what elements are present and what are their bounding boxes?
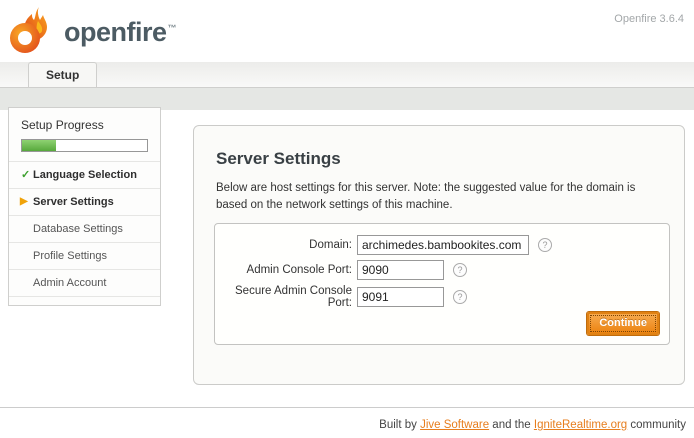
domain-input[interactable]	[357, 235, 529, 255]
page-description: Below are host settings for this server.…	[216, 180, 662, 215]
setup-progress-title: Setup Progress	[9, 108, 160, 137]
brand-text: openfire	[64, 17, 167, 47]
brand-wordmark: openfire™	[64, 17, 176, 48]
admin-port-label: Admin Console Port:	[215, 264, 357, 276]
tab-bar: Setup	[0, 62, 694, 88]
version-label: Openfire 3.6.4	[614, 13, 684, 25]
server-settings-panel: Server Settings Below are host settings …	[193, 125, 685, 385]
setup-steps-list: ✓ Language Selection ▶ Server Settings D…	[9, 161, 160, 297]
page-title: Server Settings	[216, 149, 684, 169]
admin-port-help-icon[interactable]: ?	[453, 263, 467, 277]
step-label: Profile Settings	[33, 250, 107, 262]
continue-button[interactable]: Continue	[587, 312, 659, 335]
secure-port-label: Secure Admin Console Port:	[215, 285, 357, 309]
step-label: Admin Account	[33, 277, 106, 289]
secure-port-help-icon[interactable]: ?	[453, 290, 467, 304]
admin-port-row: Admin Console Port: ?	[215, 260, 669, 280]
openfire-setup-screen: openfire™ Openfire 3.6.4 Setup Setup Pro…	[0, 0, 694, 438]
tab-setup[interactable]: Setup	[28, 62, 97, 87]
page-footer: Built by Jive Software and the IgniteRea…	[0, 407, 694, 431]
server-settings-form: Domain: ? Admin Console Port: ? Secure A…	[214, 223, 670, 345]
footer-suffix: community	[627, 419, 686, 431]
sidebar-item-profile-settings: Profile Settings	[9, 242, 160, 269]
domain-help-icon[interactable]: ?	[538, 238, 552, 252]
domain-label: Domain:	[215, 239, 357, 251]
jive-software-link[interactable]: Jive Software	[420, 419, 489, 431]
openfire-flame-logo-icon	[8, 6, 58, 56]
secure-admin-console-port-input[interactable]	[357, 287, 444, 307]
setup-progress-panel: Setup Progress ✓ Language Selection ▶ Se…	[8, 107, 161, 306]
footer-middle: and the	[489, 419, 534, 431]
arrow-right-icon: ▶	[20, 196, 28, 207]
step-label: Database Settings	[33, 223, 123, 235]
progress-bar	[21, 139, 148, 152]
igniterealtime-link[interactable]: IgniteRealtime.org	[534, 419, 627, 431]
sidebar-item-server-settings: ▶ Server Settings	[9, 188, 160, 215]
footer-credit: Built by Jive Software and the IgniteRea…	[0, 419, 694, 431]
progress-bar-fill	[22, 140, 56, 151]
domain-row: Domain: ?	[215, 235, 669, 255]
trademark-mark: ™	[168, 23, 177, 33]
app-header: openfire™ Openfire 3.6.4	[0, 0, 694, 62]
sidebar-item-admin-account: Admin Account	[9, 269, 160, 297]
sidebar-item-language-selection: ✓ Language Selection	[9, 161, 160, 188]
admin-console-port-input[interactable]	[357, 260, 444, 280]
check-icon: ✓	[21, 168, 30, 181]
footer-prefix: Built by	[379, 419, 420, 431]
sidebar-item-database-settings: Database Settings	[9, 215, 160, 242]
step-label: Server Settings	[33, 196, 114, 208]
secure-port-row: Secure Admin Console Port: ?	[215, 285, 669, 309]
step-label: Language Selection	[33, 169, 137, 181]
